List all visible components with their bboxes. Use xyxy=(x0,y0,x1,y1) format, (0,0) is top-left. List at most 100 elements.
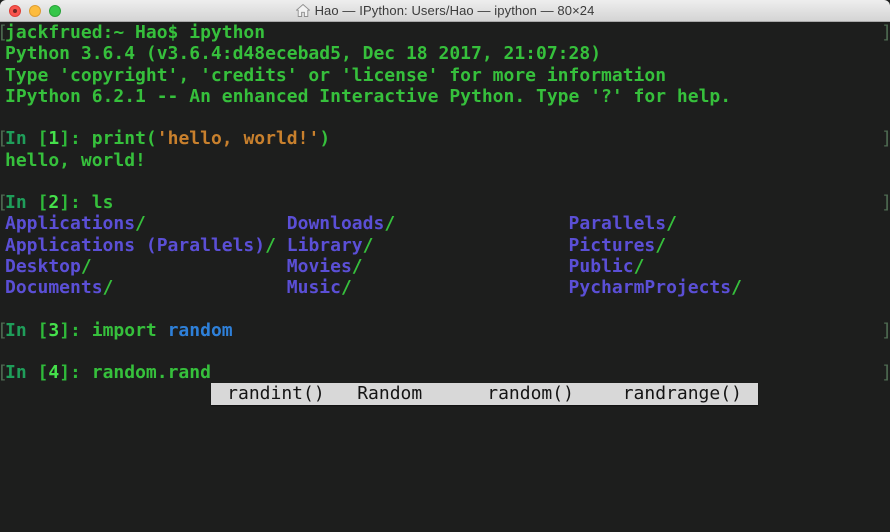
text-segment: Desktop xyxy=(5,256,81,277)
terminal-row: [jackfrued:~ Hao$ ipython] xyxy=(5,22,890,43)
window-titlebar[interactable]: Hao — IPython: Users/Hao — ipython — 80×… xyxy=(0,0,890,22)
text-segment: / xyxy=(363,235,569,256)
command-mark-left: [ xyxy=(0,362,8,383)
terminal-row xyxy=(5,171,890,192)
terminal-row: Python 3.6.4 (v3.6.4:d48ecebad5, Dec 18 … xyxy=(5,43,890,64)
text-segment: / xyxy=(655,235,666,256)
prompt-bracket-close: ]: xyxy=(59,320,92,341)
prompt-in-label: In xyxy=(5,320,27,341)
text-segment: Applications xyxy=(5,213,135,234)
text-segment: print( xyxy=(92,128,157,149)
text-segment: Movies xyxy=(287,256,352,277)
text-segment: import xyxy=(92,320,168,341)
prompt-number: 3 xyxy=(48,320,59,341)
command-mark-right: ] xyxy=(881,362,890,383)
completion-item[interactable]: randint() xyxy=(227,383,325,404)
terminal-row: Desktop/ Movies/ Public/ xyxy=(5,256,890,277)
terminal-row: randint() Random random() randrange() xyxy=(5,383,890,404)
terminal-row: Applications/ Downloads/ Parallels/ xyxy=(5,213,890,234)
text-segment: / xyxy=(103,277,287,298)
text-segment: Type 'copyright', 'credits' or 'license'… xyxy=(5,65,666,86)
command-mark-left: [ xyxy=(0,320,8,341)
terminal-input-row: [In [3]: import random] xyxy=(5,320,890,341)
terminal-window: Hao — IPython: Users/Hao — ipython — 80×… xyxy=(0,0,890,532)
text-segment: jackfrued:~ Hao$ ipython xyxy=(5,22,265,43)
prompt-bracket-open: [ xyxy=(27,192,49,213)
zoom-button[interactable] xyxy=(49,5,61,17)
completion-item[interactable]: randrange() xyxy=(623,383,742,404)
terminal-row: Applications (Parallels)/ Library/ Pictu… xyxy=(5,235,890,256)
terminal-row xyxy=(5,511,890,532)
text-segment: / xyxy=(135,213,287,234)
text-segment: IPython 6.2.1 -- An enhanced Interactive… xyxy=(5,86,731,107)
text-segment: PycharmProjects xyxy=(569,277,732,298)
window-title: Hao — IPython: Users/Hao — ipython — 80×… xyxy=(315,3,595,18)
prompt-number: 1 xyxy=(48,128,59,149)
text-segment: / xyxy=(265,235,287,256)
prompt-number: 4 xyxy=(48,362,59,383)
text-segment: 'hello, world!' xyxy=(157,128,320,149)
text-segment: ) xyxy=(319,128,330,149)
prompt-bracket-open: [ xyxy=(27,128,49,149)
text-segment: ls xyxy=(92,192,114,213)
prompt-bracket-close: ]: xyxy=(59,128,92,149)
terminal-row xyxy=(5,107,890,128)
command-mark-left: [ xyxy=(0,128,8,149)
text-segment: Documents xyxy=(5,277,103,298)
terminal-row: Type 'copyright', 'credits' or 'license'… xyxy=(5,65,890,86)
text-segment: Music xyxy=(287,277,341,298)
prompt-number: 2 xyxy=(48,192,59,213)
text-segment: Downloads xyxy=(287,213,385,234)
text-segment: Public xyxy=(569,256,634,277)
prompt-bracket-open: [ xyxy=(27,362,49,383)
completion-item[interactable]: random() xyxy=(487,383,574,404)
text-segment: / xyxy=(666,213,677,234)
terminal-row: Documents/ Music/ PycharmProjects/ xyxy=(5,277,890,298)
traffic-lights xyxy=(9,5,61,17)
text-segment: / xyxy=(731,277,742,298)
prompt-bracket-close: ]: xyxy=(59,362,92,383)
text-segment: random.rand xyxy=(92,362,211,383)
text-segment: / xyxy=(81,256,287,277)
text-segment: / xyxy=(634,256,645,277)
terminal-row xyxy=(5,447,890,468)
terminal-row xyxy=(5,341,890,362)
text-segment: / xyxy=(384,213,568,234)
home-icon xyxy=(296,4,310,17)
text-segment: Library xyxy=(287,235,363,256)
terminal-row: hello, world! xyxy=(5,150,890,171)
command-mark-left: [ xyxy=(0,192,8,213)
prompt-in-label: In xyxy=(5,128,27,149)
text-segment: Applications (Parallels) xyxy=(5,235,265,256)
text-segment: random xyxy=(168,320,233,341)
minimize-button[interactable] xyxy=(29,5,41,17)
command-mark-right: ] xyxy=(881,320,890,341)
command-mark-right: ] xyxy=(881,22,890,43)
terminal-row xyxy=(5,298,890,319)
command-mark-right: ] xyxy=(881,128,890,149)
terminal-input-row: [In [1]: print('hello, world!')] xyxy=(5,128,890,149)
text-segment: Parallels xyxy=(569,213,667,234)
text-segment: Pictures xyxy=(569,235,656,256)
prompt-bracket-open: [ xyxy=(27,320,49,341)
prompt-bracket-close: ]: xyxy=(59,192,92,213)
completion-bar: randint() Random random() randrange() xyxy=(211,383,758,404)
terminal-screen[interactable]: [jackfrued:~ Hao$ ipython]Python 3.6.4 (… xyxy=(0,22,890,532)
terminal-row xyxy=(5,490,890,511)
command-mark-left: [ xyxy=(0,22,8,43)
terminal-row: IPython 6.2.1 -- An enhanced Interactive… xyxy=(5,86,890,107)
text-segment: / xyxy=(341,277,569,298)
terminal-row xyxy=(5,468,890,489)
terminal-input-row: [In [4]: random.rand] xyxy=(5,362,890,383)
text-segment: hello, world! xyxy=(5,150,146,171)
close-button[interactable] xyxy=(9,5,21,17)
window-title-area: Hao — IPython: Users/Hao — ipython — 80×… xyxy=(296,3,595,18)
command-mark-right: ] xyxy=(881,192,890,213)
terminal-row xyxy=(5,405,890,426)
prompt-in-label: In xyxy=(5,192,27,213)
terminal-input-row: [In [2]: ls] xyxy=(5,192,890,213)
text-segment: / xyxy=(352,256,569,277)
completion-item[interactable]: Random xyxy=(357,383,422,404)
text-segment: Python 3.6.4 (v3.6.4:d48ecebad5, Dec 18 … xyxy=(5,43,601,64)
prompt-in-label: In xyxy=(5,362,27,383)
